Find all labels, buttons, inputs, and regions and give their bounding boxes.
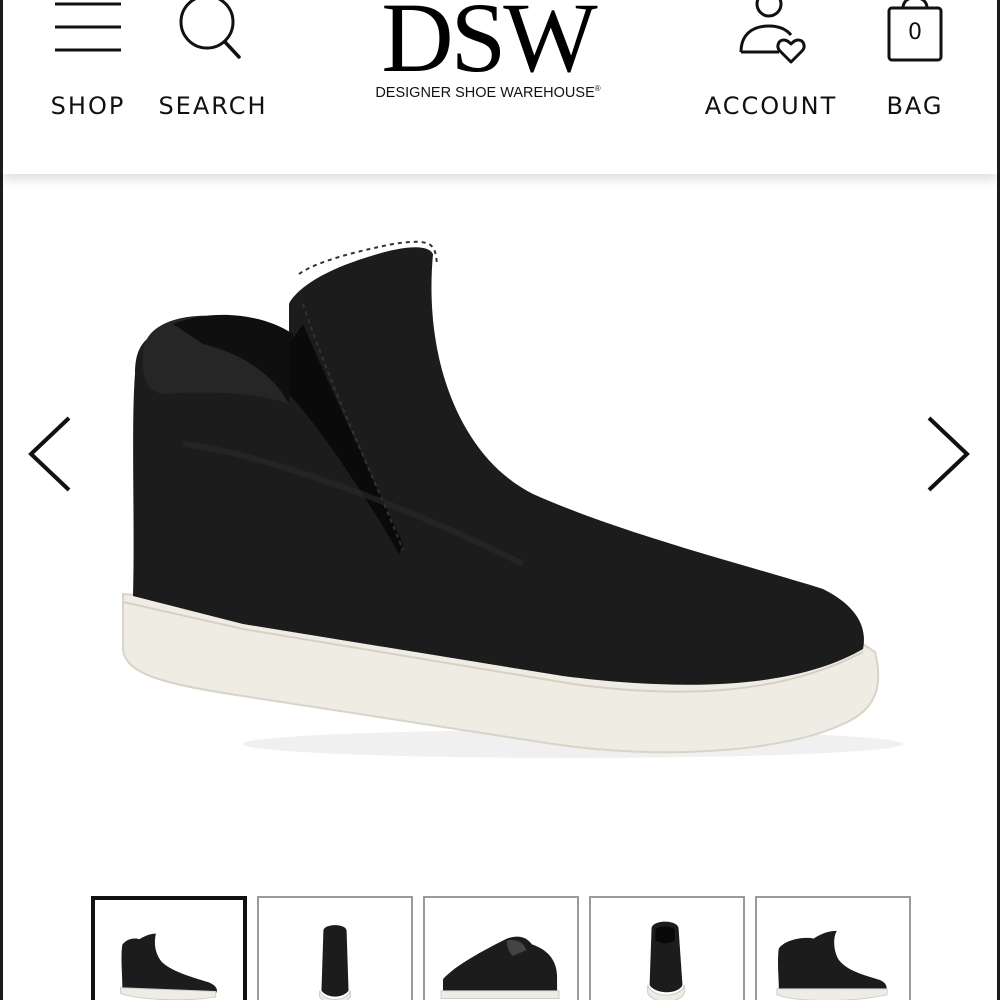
app-frame: SHOP SEARCH DSW DESIGNER SHOE WAREHOUSE®: [0, 0, 1000, 1000]
chevron-right-icon[interactable]: [917, 414, 977, 494]
thumbnail-top-side-view[interactable]: [423, 896, 579, 1000]
site-header: SHOP SEARCH DSW DESIGNER SHOE WAREHOUSE®: [3, 0, 997, 174]
search-button[interactable]: SEARCH: [153, 0, 273, 120]
bag-button[interactable]: 0 BAG: [875, 0, 955, 120]
shop-button[interactable]: SHOP: [43, 0, 133, 120]
thumbnail-back-view[interactable]: [257, 896, 413, 1000]
bag-label[interactable]: BAG: [886, 92, 943, 120]
thumbnail-other-side-view[interactable]: [755, 896, 911, 1000]
product-image-carousel[interactable]: [3, 174, 997, 894]
thumbnail-front-view[interactable]: [589, 896, 745, 1000]
magnifier-icon[interactable]: [173, 0, 253, 70]
chevron-left-icon[interactable]: [21, 414, 81, 494]
dsw-logo[interactable]: DSW DESIGNER SHOE WAREHOUSE®: [353, 0, 623, 101]
logo-wordmark[interactable]: DSW: [353, 0, 623, 88]
person-heart-icon[interactable]: [731, 0, 811, 70]
logo-subtitle-text: DESIGNER SHOE WAREHOUSE: [375, 84, 595, 101]
hamburger-menu-icon[interactable]: [53, 0, 123, 70]
account-label[interactable]: ACCOUNT: [705, 92, 838, 120]
product-shoe-image: [122, 240, 903, 758]
logo-subtitle: DESIGNER SHOE WAREHOUSE®: [353, 84, 623, 101]
shop-label[interactable]: SHOP: [51, 92, 126, 120]
thumbnail-strip: [91, 896, 921, 1000]
shopping-bag-icon[interactable]: 0: [887, 0, 943, 70]
account-button[interactable]: ACCOUNT: [697, 0, 845, 120]
search-label[interactable]: SEARCH: [158, 92, 267, 120]
bag-count: 0: [908, 20, 922, 45]
registered-mark: ®: [594, 84, 601, 93]
thumbnail-side-view[interactable]: [91, 896, 247, 1000]
